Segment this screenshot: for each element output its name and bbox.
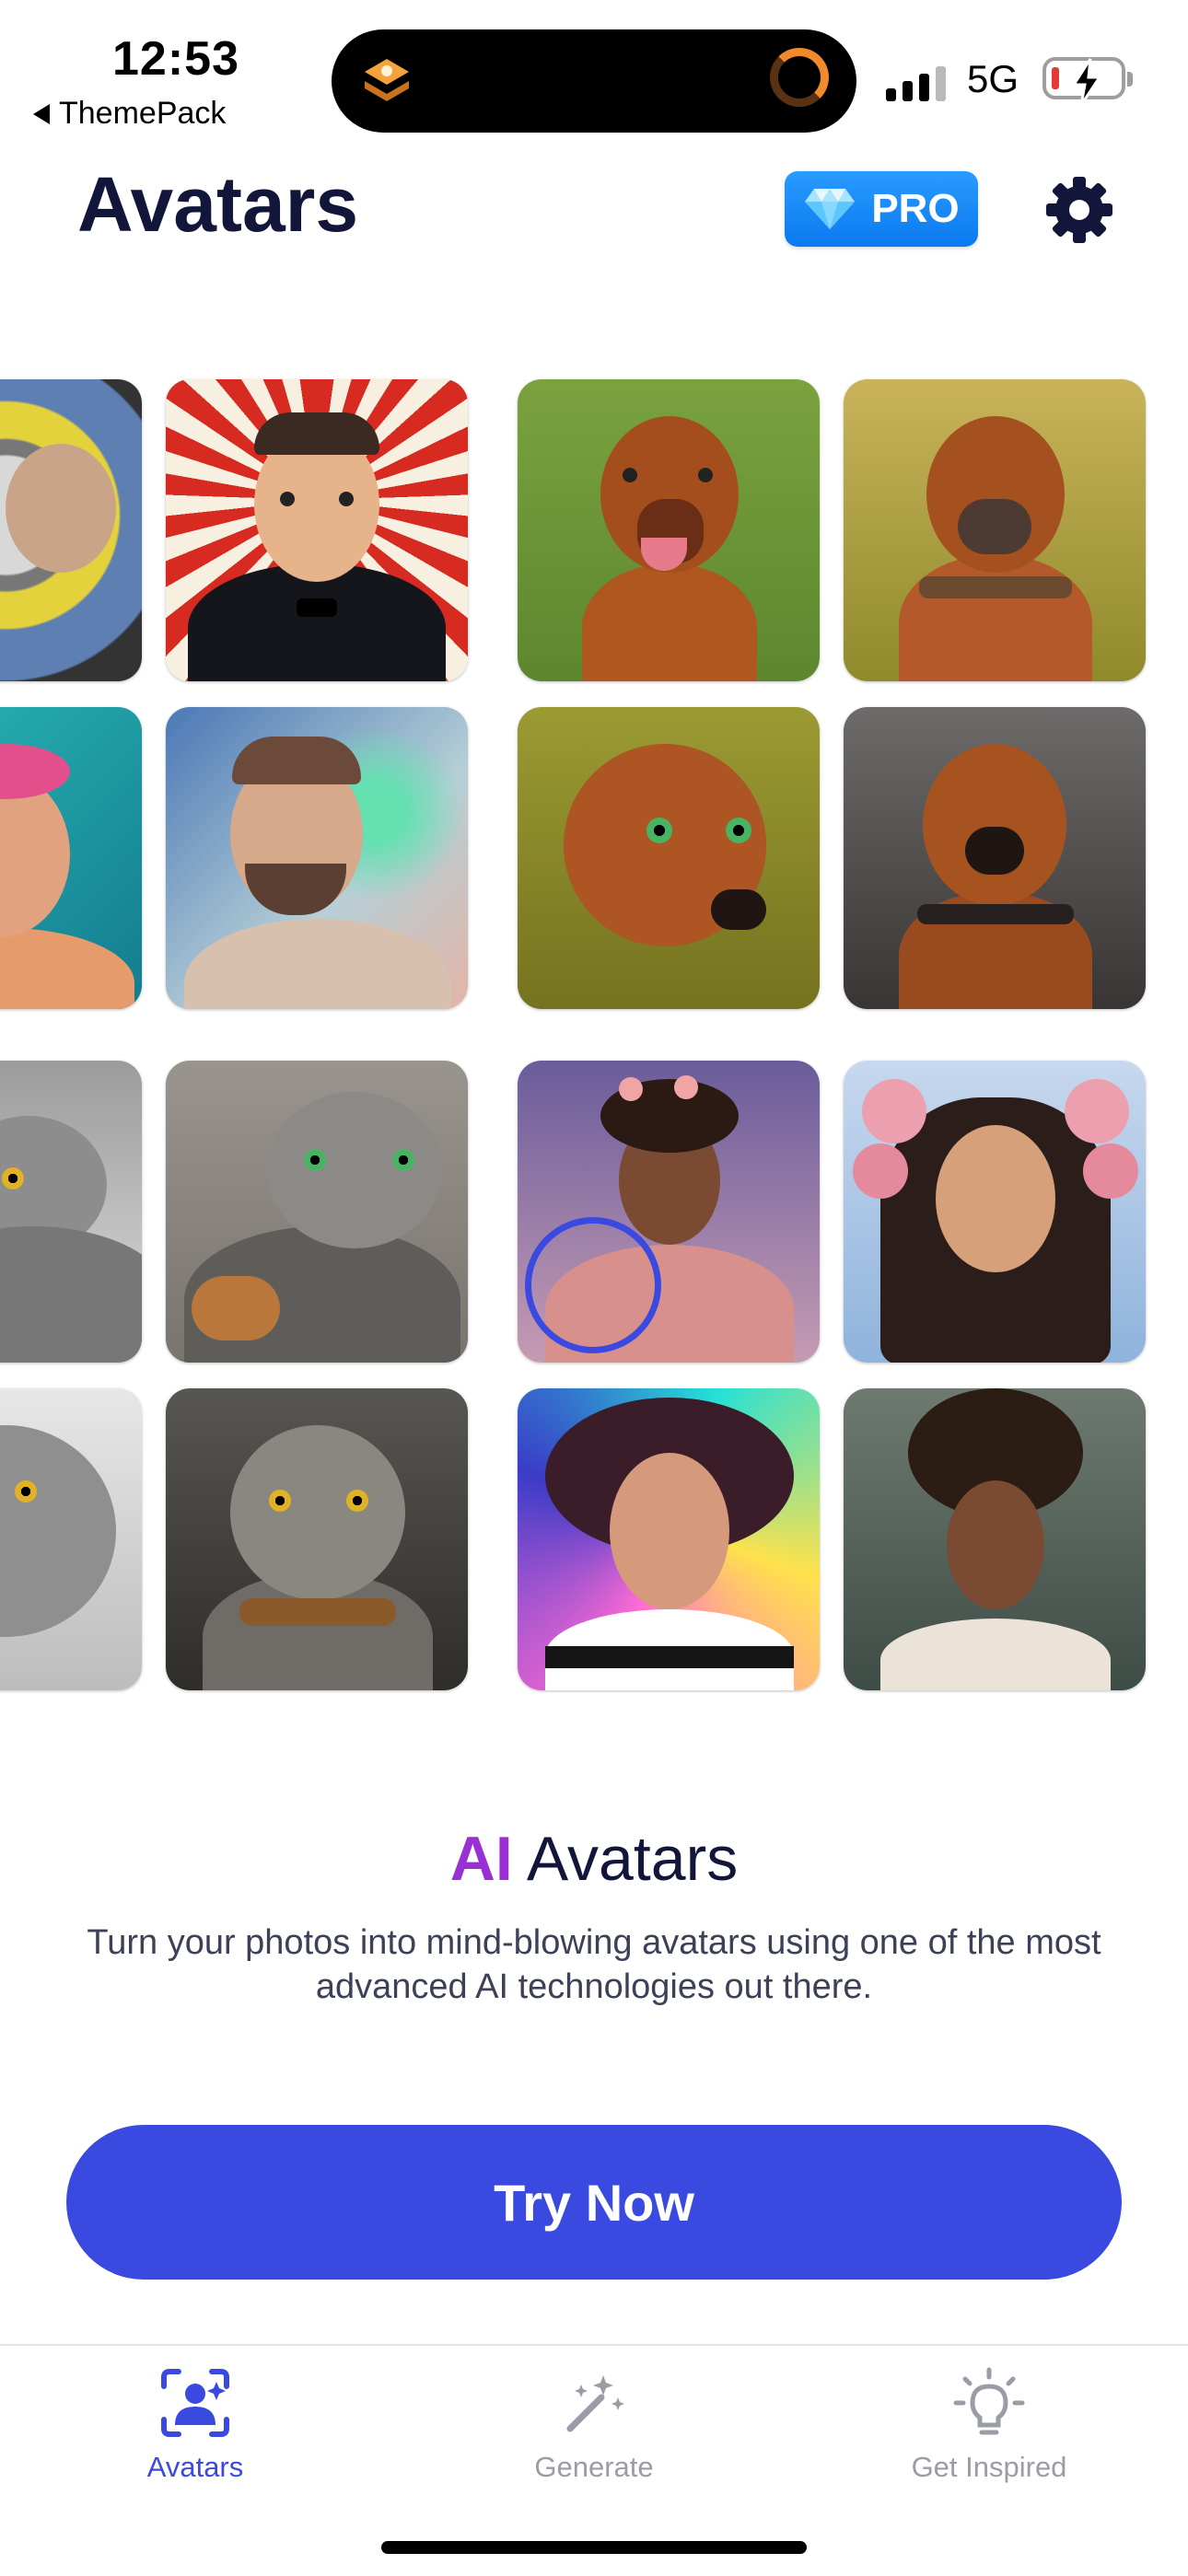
network-type: 5G	[967, 57, 1019, 100]
avatar-tile-astronaut	[0, 379, 142, 681]
tab-get-inspired[interactable]: Get Inspired	[869, 2366, 1109, 2484]
avatar-scan-icon	[161, 2369, 229, 2437]
avatar-tile-dog-portrait	[844, 707, 1146, 1009]
cellular-signal-icon	[886, 64, 946, 101]
back-to-app-link[interactable]: ThemePack	[33, 96, 226, 132]
avatar-tile-man-painted	[166, 707, 468, 1009]
avatar-tile-cat-armor	[166, 1061, 468, 1363]
avatar-tile-dog-collar	[844, 379, 1146, 681]
avatar-tile-cat-collar	[166, 1388, 468, 1690]
dynamic-island[interactable]	[332, 29, 856, 133]
avatar-tile-dog-smiling	[518, 379, 820, 681]
promo-title-highlight: AI	[449, 1824, 513, 1894]
tab-generate-label: Generate	[534, 2451, 654, 2483]
avatar-tile-tuxedo-man	[166, 379, 468, 681]
activity-progress-ring	[770, 48, 829, 107]
diamond-icon	[805, 189, 856, 229]
avatar-tile-dog-green-eyes	[518, 707, 820, 1009]
back-app-label: ThemePack	[59, 96, 227, 131]
tab-avatars-label: Avatars	[146, 2451, 244, 2483]
avatar-tile-cat-sketch	[0, 1388, 142, 1690]
status-time: 12:53	[112, 32, 239, 86]
back-arrow-icon	[33, 103, 50, 124]
avatar-tile-cat-lying	[0, 1061, 142, 1363]
promo-description: Turn your photos into mind-blowing avata…	[87, 1923, 1101, 2006]
tab-avatars[interactable]: Avatars	[76, 2366, 315, 2484]
avatar-gallery[interactable]	[0, 368, 1188, 1694]
battery-icon	[1042, 57, 1133, 106]
gear-icon[interactable]	[1044, 175, 1114, 245]
lightbulb-icon	[953, 2367, 1025, 2435]
home-indicator[interactable]	[381, 2541, 807, 2554]
avatar-tile-man-pink-hair	[0, 707, 142, 1009]
magic-wand-icon	[566, 2375, 624, 2432]
status-bar: 12:53 ThemePack 5G	[0, 0, 1188, 147]
tab-get-inspired-label: Get Inspired	[911, 2451, 1067, 2483]
avatar-tile-girl-galaxy	[518, 1388, 820, 1690]
pro-button[interactable]: PRO	[785, 171, 978, 247]
promo-title: AI Avatars	[0, 1823, 1188, 1895]
avatar-tile-girl-afro	[844, 1388, 1146, 1690]
pro-label: PRO	[871, 186, 960, 231]
tab-generate[interactable]: Generate	[474, 2366, 714, 2484]
avatar-tile-girl-flower-crown	[844, 1061, 1146, 1363]
try-now-button[interactable]: Try Now	[66, 2125, 1122, 2280]
app-layers-icon	[365, 59, 409, 101]
touch-indicator	[525, 1217, 661, 1353]
promo-title-rest: Avatars	[512, 1824, 739, 1894]
page-title: Avatars	[77, 161, 359, 248]
